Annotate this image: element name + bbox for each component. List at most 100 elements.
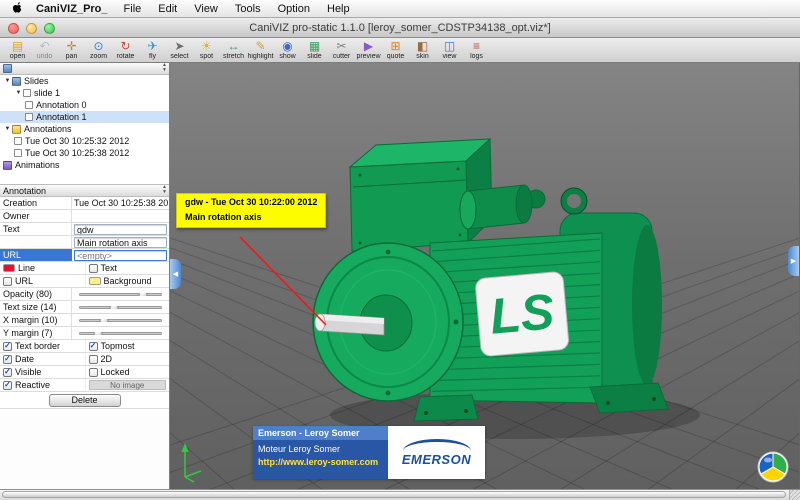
menu-option[interactable]: Option [278, 3, 310, 15]
tool-undo-button[interactable]: ↶ undo [31, 39, 58, 61]
tree-item-annotations[interactable]: ▼ Annotations [0, 123, 169, 135]
tool-zoom-button[interactable]: ⊙ zoom [85, 39, 112, 61]
tree-item-annotation-1[interactable]: Annotation 1 [0, 111, 169, 123]
preview-icon: ▶ [363, 39, 374, 53]
tool-select-button[interactable]: ➤ select [166, 39, 193, 61]
tree-item-tue-oct-30-10-25-32-2012[interactable]: Tue Oct 30 10:25:32 2012 [0, 135, 169, 147]
tree-item-checkbox[interactable] [14, 149, 22, 157]
tool-skin-button[interactable]: ◧ skin [409, 39, 436, 61]
tool-logs-label: logs [470, 53, 483, 60]
checkbox[interactable] [88, 354, 98, 364]
chevron-right-icon: ▶ [790, 258, 797, 265]
property-option-label: Date [15, 354, 35, 364]
apple-menu-icon[interactable] [10, 2, 24, 15]
checkbox[interactable] [88, 263, 98, 273]
property-option-label: Reactive [15, 380, 51, 390]
tree-item-tue-oct-30-10-25-38-2012[interactable]: Tue Oct 30 10:25:38 2012 [0, 147, 169, 159]
annotation-panel-steppers[interactable]: ▲ ▼ [162, 185, 167, 195]
slider[interactable] [79, 305, 162, 309]
menu-file[interactable]: File [124, 3, 142, 15]
slider-thumb[interactable] [93, 331, 103, 335]
expander-icon[interactable]: ▼ [14, 90, 23, 96]
banner-url-link[interactable]: http://www.leroy-somer.com [253, 454, 388, 470]
tool-slide-button[interactable]: ▦ slide [301, 39, 328, 61]
next-slide-button[interactable]: ▶ [788, 246, 799, 276]
checkbox[interactable]: ✓ [3, 341, 12, 351]
tool-zoom-label: zoom [89, 53, 108, 60]
toolbar: ▤ open ↶ undo ✛ pan ⊙ zoom ↻ rotate ✈ fly ➤ select ☀ sp… [0, 38, 800, 63]
annotation-panel-title: Annotation [3, 185, 47, 196]
tool-rotate-button[interactable]: ↻ rotate [112, 39, 139, 61]
expander-icon[interactable]: ▼ [3, 126, 12, 132]
tool-spot-button[interactable]: ☀ spot [193, 39, 220, 61]
horizontal-scrollbar[interactable] [0, 489, 800, 500]
menu-view[interactable]: View [194, 3, 218, 15]
tool-cutter-button[interactable]: ✂ cutter [328, 39, 355, 61]
annotation-tooltip[interactable]: gdw - Tue Oct 30 10:22:00 2012 Main rota… [176, 193, 327, 228]
property-option-label: Locked [100, 367, 130, 377]
spot-icon: ☀ [201, 39, 212, 53]
slider-thumb[interactable] [109, 305, 119, 309]
horizontal-scrollbar-thumb[interactable] [2, 491, 786, 498]
annotations-icon [12, 124, 21, 134]
slider[interactable] [79, 331, 162, 335]
tree-item-checkbox[interactable] [25, 113, 33, 121]
tool-show-button[interactable]: ◉ show [274, 39, 301, 61]
property-input[interactable]: gdw [74, 223, 167, 235]
property-input[interactable]: Main rotation axis [74, 236, 167, 248]
no-image-placeholder: No image [88, 380, 166, 390]
color-swatch[interactable] [88, 277, 101, 285]
color-swatch[interactable] [3, 264, 15, 272]
tool-open-label: open [9, 53, 26, 60]
minimize-window-icon[interactable] [26, 23, 37, 34]
tree-item-checkbox[interactable] [23, 89, 31, 97]
motor-model[interactable]: LS [312, 137, 700, 439]
tool-stretch-button[interactable]: ↔ stretch [220, 39, 247, 61]
delete-button[interactable]: Delete [48, 393, 121, 407]
slider-thumb[interactable] [99, 318, 109, 322]
tool-preview-button[interactable]: ▶ preview [355, 39, 382, 61]
tree-item-slides[interactable]: ▼ Slides [0, 75, 169, 87]
previous-slide-button[interactable]: ◀ [170, 259, 181, 289]
logs-icon: ≡ [472, 39, 480, 53]
slider[interactable] [79, 292, 162, 296]
checkbox[interactable]: ✓ [88, 341, 98, 351]
titlebar[interactable]: CaniVIZ pro-static 1.1.0 [leroy_somer_CD… [0, 18, 800, 38]
checkbox[interactable]: ✓ [3, 354, 12, 364]
checkbox[interactable]: ✓ [3, 367, 12, 377]
menu-help[interactable]: Help [327, 3, 350, 15]
menu-tools[interactable]: Tools [235, 3, 261, 15]
slides-panel-steppers[interactable]: ▲ ▼ [162, 63, 167, 73]
slider-thumb[interactable] [138, 292, 148, 296]
tree-item-label: slide 1 [34, 88, 61, 98]
checkbox[interactable] [88, 367, 98, 377]
3d-viewport[interactable]: LS gdw - Tue Oct 30 10:22:00 2012 Main r… [170, 63, 799, 489]
resize-grip[interactable] [789, 490, 800, 500]
annotation-properties-table: Creation Tue Oct 30 10:25:38 2012 Owner Tex… [0, 197, 169, 409]
tree-item-slide-1[interactable]: ▼ slide 1 [0, 87, 169, 99]
app-menu-name[interactable]: CaniVIZ_Pro_ [36, 3, 108, 15]
menu-edit[interactable]: Edit [158, 3, 177, 15]
tool-highlight-button[interactable]: ✎ highlight [247, 39, 274, 61]
expander-icon[interactable]: ▼ [3, 78, 12, 84]
slides-tree: ▼ Slides ▼ slide 1 Annotation 0 Annotation 1 ▼… [0, 75, 169, 185]
property-label: Opacity (80) [0, 288, 72, 300]
close-window-icon[interactable] [8, 23, 19, 34]
tool-open-button[interactable]: ▤ open [4, 39, 31, 61]
property-value [72, 318, 169, 322]
tree-item-checkbox[interactable] [14, 137, 22, 145]
slider[interactable] [79, 318, 162, 322]
checkbox[interactable]: ✓ [3, 380, 12, 390]
tool-fly-button[interactable]: ✈ fly [139, 39, 166, 61]
property-input[interactable]: <empty> [74, 249, 167, 261]
tool-view-button[interactable]: ◫ view [436, 39, 463, 61]
checkbox[interactable] [3, 276, 12, 286]
zoom-window-icon[interactable] [44, 23, 55, 34]
tool-quote-button[interactable]: ⊞ quote [382, 39, 409, 61]
tree-item-animations[interactable]: Animations [0, 159, 169, 171]
tree-item-checkbox[interactable] [25, 101, 33, 109]
tool-pan-button[interactable]: ✛ pan [58, 39, 85, 61]
annotation-panel-header: Annotation ▲ ▼ [0, 185, 169, 197]
tool-logs-button[interactable]: ≡ logs [463, 39, 490, 61]
tree-item-annotation-0[interactable]: Annotation 0 [0, 99, 169, 111]
